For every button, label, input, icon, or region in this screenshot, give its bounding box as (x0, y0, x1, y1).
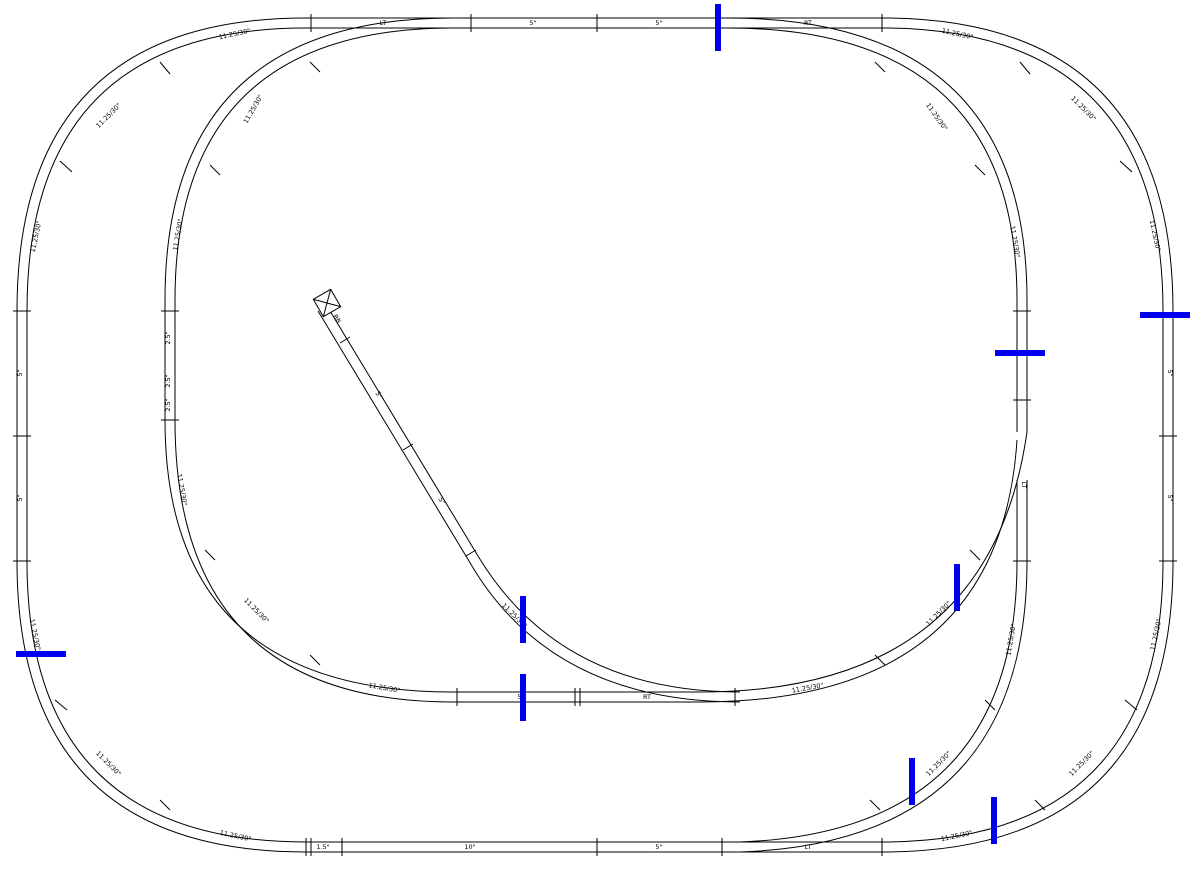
label-siding-curve2: 11.25/30" (1004, 623, 1017, 656)
label-outer-curve-tl2: 11.25/30" (94, 101, 122, 129)
label-outer-curve-bl1: 11.25/30" (28, 618, 42, 651)
label-inner-curve-bl3: 11.25/30" (368, 681, 401, 694)
label-outer-curve-tr3: 11.25/30" (1148, 219, 1162, 252)
inner-loop-track (164, 17, 1028, 703)
label-outer-curve-tl3: 11.25/30" (29, 220, 43, 253)
label-outer-curve-tr1: 11.25/30" (941, 27, 974, 41)
label-bottom-15: 1.5" (316, 843, 329, 851)
outer-loop-track (16, 17, 1174, 853)
label-top-5a: 5" (529, 19, 536, 27)
label-top-rt: RT (804, 19, 812, 27)
label-bottom-10: 10" (464, 843, 475, 851)
label-outer-left-b: 5" (16, 494, 24, 501)
label-inner-left-a: 2.5" (164, 331, 172, 344)
label-inner-left-b: 2.5" (164, 374, 172, 387)
label-top-lt: LT (380, 19, 387, 27)
label-spur-5b: 5" (436, 496, 446, 506)
label-inner-right-lt: LT (1020, 482, 1028, 489)
track-labels: LT 5" 5" RT 11.25/30" 11.25/30" 11.25/30… (16, 19, 1174, 851)
label-top-5b: 5" (655, 19, 662, 27)
label-outer-curve-bl3: 11.25/30" (219, 829, 252, 843)
spur-track (312, 288, 741, 703)
label-outer-right-a: 5" (1166, 369, 1174, 376)
label-outer-curve-br3: 11.25/30" (940, 829, 973, 843)
label-inner-curve-tl1: 11.25/30" (242, 93, 265, 125)
label-inner-curve-bl1: 11.25/30" (175, 473, 188, 506)
label-outer-curve-tl1: 11.25/30" (218, 27, 251, 41)
label-outer-left-a: 5" (16, 369, 24, 376)
label-inner-curve-tr2: 11.25/30" (1008, 225, 1021, 258)
block-markers (16, 4, 1190, 844)
bumper-icon (312, 288, 342, 318)
label-inner-curve-tl2: 11.25/30" (171, 218, 184, 251)
label-siding-curve3: 11.25/30" (924, 749, 952, 777)
label-inner-bottom-rt: RT (643, 693, 651, 701)
label-bottom-lt: LT (805, 843, 812, 851)
track-layout-diagram: LT 5" 5" RT 11.25/30" 11.25/30" 11.25/30… (13, 4, 1190, 856)
label-outer-curve-br1: 11.25/30" (1149, 618, 1163, 651)
label-outer-right-b: 5" (1166, 494, 1174, 501)
label-bottom-5: 5" (655, 843, 662, 851)
label-inner-curve-tr1: 11.25/30" (924, 101, 949, 132)
label-inner-curve-bl2: 11.25/30" (242, 596, 270, 624)
track-joints (13, 14, 1177, 856)
label-siding-curve1: 11.25/30" (924, 599, 952, 627)
label-inner-left-c: 2.5" (164, 398, 172, 411)
